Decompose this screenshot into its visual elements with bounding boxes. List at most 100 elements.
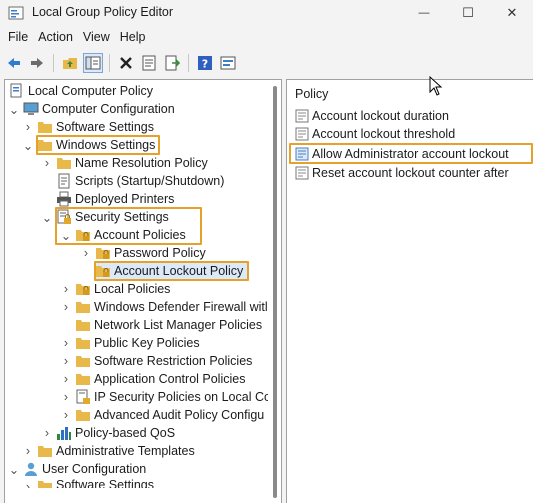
delete-icon xyxy=(120,57,132,69)
chevron-right-icon[interactable]: › xyxy=(23,118,33,136)
tree-item-account-policies[interactable]: ⌄ Account Policies xyxy=(61,226,186,244)
console-tree-pane[interactable]: Local Computer Policy ⌄ Computer Configu… xyxy=(4,79,282,503)
locked-folder-icon xyxy=(95,245,111,261)
chevron-down-icon[interactable]: ⌄ xyxy=(61,226,71,244)
tree-label: Software Settings xyxy=(56,120,154,134)
chevron-right-icon[interactable]: › xyxy=(61,298,71,316)
chevron-right-icon[interactable]: › xyxy=(61,280,71,298)
minimize-icon: — xyxy=(418,7,430,19)
tree-item-administrative-templates[interactable]: › Administrative Templates xyxy=(23,442,195,460)
mouse-cursor-icon xyxy=(429,76,443,96)
policy-setting-icon xyxy=(295,109,309,123)
column-header-policy[interactable]: Policy xyxy=(295,87,328,101)
chevron-right-icon[interactable]: › xyxy=(81,244,91,262)
show-tree-icon xyxy=(85,56,101,70)
policy-row[interactable]: Account lockout threshold xyxy=(295,125,455,143)
tree-item-user-software-settings[interactable]: › Software Settings xyxy=(23,478,154,488)
tree-label: Security Settings xyxy=(75,210,169,224)
toolbar-separator xyxy=(109,54,110,72)
chevron-right-icon[interactable]: › xyxy=(42,424,52,442)
user-icon xyxy=(23,461,39,477)
chevron-right-icon[interactable]: › xyxy=(61,352,71,370)
tree-item-name-resolution-policy[interactable]: › Name Resolution Policy xyxy=(42,154,208,172)
tree-item-windows-defender-firewall[interactable]: › Windows Defender Firewall witl xyxy=(61,298,268,316)
show-hide-tree-button[interactable] xyxy=(83,53,103,73)
folder-icon xyxy=(37,137,53,153)
chevron-down-icon[interactable]: ⌄ xyxy=(42,208,52,226)
chevron-right-icon[interactable]: › xyxy=(61,388,71,406)
maximize-button[interactable]: ☐ xyxy=(446,0,490,26)
menu-view[interactable]: View xyxy=(78,28,115,48)
policy-name: Account lockout duration xyxy=(312,109,449,123)
tree-item-local-computer-policy[interactable]: Local Computer Policy xyxy=(9,82,153,100)
printer-icon xyxy=(56,191,72,207)
tree-scrollbar[interactable] xyxy=(268,80,281,503)
chevron-right-icon[interactable]: › xyxy=(61,406,71,424)
properties-button[interactable] xyxy=(139,53,159,73)
export-icon xyxy=(165,55,180,71)
tree-item-scripts[interactable]: Scripts (Startup/Shutdown) xyxy=(56,172,224,190)
menu-file[interactable]: File xyxy=(3,28,33,48)
up-folder-icon xyxy=(63,58,77,69)
close-button[interactable]: ✕ xyxy=(490,0,533,26)
chevron-right-icon[interactable]: › xyxy=(23,442,33,460)
policy-name: Allow Administrator account lockout xyxy=(312,147,509,161)
tree-item-software-settings[interactable]: › Software Settings xyxy=(23,118,154,136)
policy-setting-icon xyxy=(295,127,309,141)
minimize-button[interactable]: — xyxy=(402,0,446,26)
help-button[interactable]: ? xyxy=(195,53,215,73)
back-button[interactable] xyxy=(4,53,24,73)
tree-item-security-settings[interactable]: ⌄ Security Settings xyxy=(42,208,169,226)
window-title: Local Group Policy Editor xyxy=(32,5,174,19)
scrollbar-thumb[interactable] xyxy=(273,86,277,498)
filter-button[interactable] xyxy=(218,53,238,73)
export-list-button[interactable] xyxy=(162,53,182,73)
toolbar-separator xyxy=(53,54,54,72)
menu-help[interactable]: Help xyxy=(115,28,151,48)
tree-item-public-key-policies[interactable]: › Public Key Policies xyxy=(61,334,200,352)
folder-icon xyxy=(75,407,91,423)
tree-item-password-policy[interactable]: › Password Policy xyxy=(81,244,206,262)
forward-button[interactable] xyxy=(27,53,47,73)
chevron-down-icon[interactable]: ⌄ xyxy=(9,460,19,478)
chevron-down-icon[interactable]: ⌄ xyxy=(23,136,33,154)
menu-action[interactable]: Action xyxy=(33,28,78,48)
policy-row-selected[interactable]: Allow Administrator account lockout xyxy=(295,145,509,163)
tree-item-local-policies[interactable]: › Local Policies xyxy=(61,280,171,298)
policy-row[interactable]: Account lockout duration xyxy=(295,107,449,125)
tree-item-advanced-audit[interactable]: › Advanced Audit Policy Configu xyxy=(61,406,264,424)
chevron-right-icon[interactable]: › xyxy=(23,478,33,488)
tree-item-account-lockout-policy[interactable]: Account Lockout Policy xyxy=(95,262,248,280)
tree-item-ip-security[interactable]: › IP Security Policies on Local Co xyxy=(61,388,271,406)
chevron-down-icon[interactable]: ⌄ xyxy=(9,100,19,118)
locked-folder-icon xyxy=(95,263,111,279)
tree-item-deployed-printers[interactable]: Deployed Printers xyxy=(56,190,174,208)
policy-name: Reset account lockout counter after xyxy=(312,166,509,180)
policy-row[interactable]: Reset account lockout counter after xyxy=(295,164,509,182)
tree-label: Software Settings xyxy=(56,478,154,488)
tree-label: Network List Manager Policies xyxy=(94,318,263,332)
tree-item-software-restriction[interactable]: › Software Restriction Policies xyxy=(61,352,253,370)
delete-button[interactable] xyxy=(116,53,136,73)
properties-icon xyxy=(142,55,156,71)
chevron-right-icon[interactable]: › xyxy=(61,370,71,388)
ip-security-icon xyxy=(75,389,91,405)
tree-item-network-list-manager[interactable]: Network List Manager Policies xyxy=(75,316,262,334)
svg-text:?: ? xyxy=(202,58,208,71)
back-icon xyxy=(8,58,20,68)
chevron-right-icon[interactable]: › xyxy=(61,334,71,352)
details-pane[interactable]: Policy Account lockout duration Account … xyxy=(286,79,533,503)
tree-item-policy-based-qos[interactable]: › Policy-based QoS xyxy=(42,424,175,442)
tree-item-application-control[interactable]: › Application Control Policies xyxy=(61,370,246,388)
tree-item-windows-settings[interactable]: ⌄ Windows Settings xyxy=(23,136,156,154)
chevron-right-icon[interactable]: › xyxy=(42,154,52,172)
tree-item-user-configuration[interactable]: ⌄ User Configuration xyxy=(9,460,146,478)
tree-label: Policy-based QoS xyxy=(75,426,176,440)
folder-icon xyxy=(75,317,91,333)
tree-item-computer-configuration[interactable]: ⌄ Computer Configuration xyxy=(9,100,175,118)
tree-label: IP Security Policies on Local Co xyxy=(94,390,271,404)
up-one-level-button[interactable] xyxy=(60,53,80,73)
tree-label: Name Resolution Policy xyxy=(75,156,208,170)
group-policy-app-icon xyxy=(8,6,24,20)
tree-label: Local Policies xyxy=(94,282,171,296)
